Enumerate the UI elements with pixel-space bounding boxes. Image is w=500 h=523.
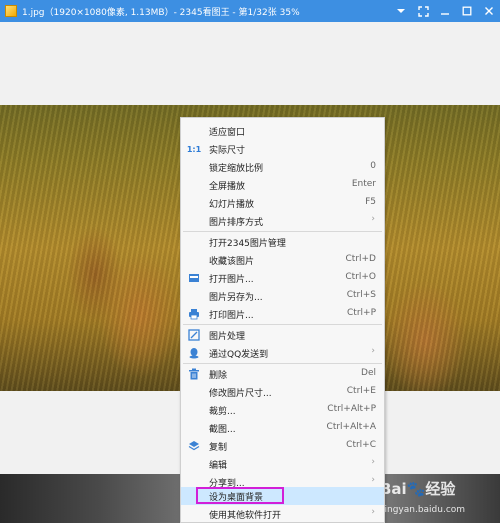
menu-item-label: 使用其他软件打开: [209, 511, 282, 521]
baidu-watermark: Bai🐾经验 jingyan.baidu.com: [380, 478, 498, 520]
menu-item-label: 图片另存为...: [209, 293, 263, 303]
fullscreen-icon[interactable]: [412, 0, 434, 22]
menu-item-slideshow[interactable]: 幻灯片播放 F5: [181, 194, 384, 212]
menu-item-label: 打开2345图片管理: [209, 239, 286, 249]
menu-item-open-with[interactable]: 使用其他软件打开 ›: [181, 505, 384, 523]
window-title: 1.jpg（1920×1080像素, 1.13MB）- 2345看图王 - 第1…: [22, 7, 300, 18]
menu-item-shortcut: Ctrl+P: [347, 308, 376, 318]
annotation-highlight-box: [196, 487, 284, 504]
chevron-right-icon: ›: [371, 214, 375, 224]
context-menu: 适应窗口 1:1 实际尺寸 锁定缩放比例 0 全屏播放 Enter 幻灯片播放 …: [180, 117, 385, 523]
watermark-url: jingyan.baidu.com: [382, 505, 466, 515]
close-button[interactable]: [478, 0, 500, 22]
menu-item-fullscreen[interactable]: 全屏播放 Enter: [181, 176, 384, 194]
chevron-right-icon: ›: [371, 507, 375, 517]
actual-size-icon: 1:1: [186, 144, 202, 154]
menu-item-label: 复制: [209, 443, 228, 453]
menu-item-shortcut: Ctrl+S: [346, 290, 376, 300]
menu-item-open-image[interactable]: 打开图片... Ctrl+O: [181, 269, 384, 287]
menu-item-label: 锁定缩放比例: [209, 164, 264, 174]
title-bar[interactable]: 1.jpg（1920×1080像素, 1.13MB）- 2345看图王 - 第1…: [0, 0, 500, 22]
menu-item-actual-size[interactable]: 1:1 实际尺寸: [181, 140, 384, 158]
menu-separator: [183, 363, 382, 364]
minimize-button[interactable]: [434, 0, 456, 22]
menu-item-label: 打开图片...: [209, 275, 254, 285]
chevron-right-icon: ›: [371, 475, 375, 485]
maximize-button[interactable]: [456, 0, 478, 22]
watermark-logo: Bai🐾经验: [380, 480, 456, 498]
menu-item-edit[interactable]: 编辑 ›: [181, 455, 384, 473]
menu-item-resize[interactable]: 修改图片尺寸... Ctrl+E: [181, 383, 384, 401]
menu-item-lock-zoom[interactable]: 锁定缩放比例 0: [181, 158, 384, 176]
menu-item-shortcut: Ctrl+Alt+P: [327, 404, 376, 414]
chevron-right-icon: ›: [371, 457, 375, 467]
menu-item-shortcut: Ctrl+C: [346, 440, 376, 450]
menu-item-label: 收藏该图片: [209, 257, 255, 267]
menu-item-save-as[interactable]: 图片另存为... Ctrl+S: [181, 287, 384, 305]
menu-item-shortcut: Ctrl+Alt+A: [326, 422, 376, 432]
menu-item-shortcut: F5: [365, 197, 376, 207]
menu-item-favorite[interactable]: 收藏该图片 Ctrl+D: [181, 251, 384, 269]
menu-item-shortcut: Ctrl+O: [345, 272, 376, 282]
chevron-right-icon: ›: [371, 346, 375, 356]
menu-item-label: 适应窗口: [209, 128, 246, 138]
menu-item-label: 打印图片...: [209, 311, 254, 321]
menu-item-label: 幻灯片播放: [209, 200, 255, 210]
menu-item-label: 裁剪...: [209, 407, 236, 417]
menu-item-delete[interactable]: 删除 Del: [181, 365, 384, 383]
menu-item-open-image-manager[interactable]: 打开2345图片管理: [181, 233, 384, 251]
menu-item-label: 编辑: [209, 461, 228, 471]
qq-icon: [187, 346, 201, 360]
image-edit-icon: [187, 328, 201, 342]
trash-icon: [187, 367, 201, 381]
menu-item-screenshot[interactable]: 截图... Ctrl+Alt+A: [181, 419, 384, 437]
menu-item-shortcut: Ctrl+E: [346, 386, 376, 396]
menu-item-label: 实际尺寸: [209, 146, 246, 156]
copy-icon: [187, 439, 201, 453]
menu-item-label: 修改图片尺寸...: [209, 389, 272, 399]
menu-item-label: 通过QQ发送到: [209, 350, 269, 360]
open-folder-icon: [187, 271, 201, 285]
menu-item-shortcut: Ctrl+D: [345, 254, 377, 264]
menu-item-copy[interactable]: 复制 Ctrl+C: [181, 437, 384, 455]
menu-dropdown-icon[interactable]: [390, 0, 412, 22]
menu-item-shortcut: 0: [370, 161, 376, 171]
menu-item-shortcut: Enter: [351, 179, 376, 189]
printer-icon: [187, 307, 201, 321]
menu-item-fit-window[interactable]: 适应窗口: [181, 122, 384, 140]
menu-item-sort-order[interactable]: 图片排序方式 ›: [181, 212, 384, 230]
menu-item-label: 删除: [209, 371, 228, 381]
menu-item-label: 截图...: [209, 425, 236, 435]
menu-item-crop[interactable]: 裁剪... Ctrl+Alt+P: [181, 401, 384, 419]
menu-item-image-processing[interactable]: 图片处理: [181, 326, 384, 344]
menu-item-label: 全屏播放: [209, 182, 246, 192]
app-icon: [5, 5, 17, 17]
menu-item-label: 图片处理: [209, 332, 246, 342]
menu-separator: [183, 324, 382, 325]
menu-item-label: 图片排序方式: [209, 218, 264, 228]
menu-separator: [183, 231, 382, 232]
menu-item-send-via-qq[interactable]: 通过QQ发送到 ›: [181, 344, 384, 362]
menu-item-print[interactable]: 打印图片... Ctrl+P: [181, 305, 384, 323]
menu-item-shortcut: Del: [361, 368, 376, 378]
